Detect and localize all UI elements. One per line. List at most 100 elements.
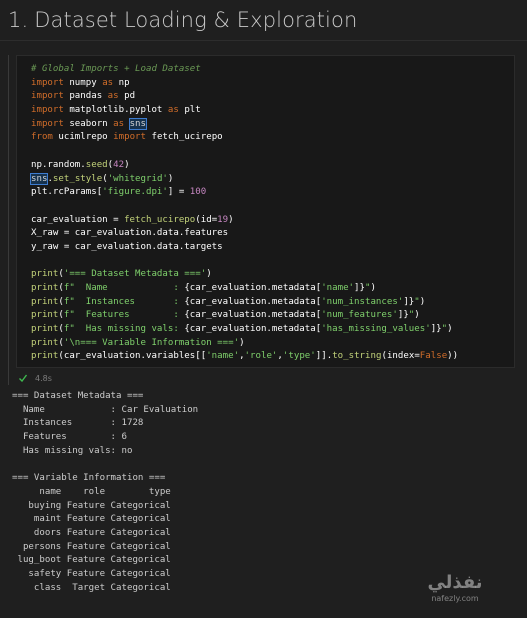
code-token: 100 (189, 187, 207, 198)
code-token: pandas (63, 91, 108, 102)
output-line: Features : 6 (12, 432, 127, 443)
code-token: 'name' (321, 283, 355, 293)
code-editor[interactable]: # Global Imports + Load Dataset import nu… (16, 55, 515, 368)
code-token: numpy (63, 77, 103, 88)
code-token: ]} (403, 296, 415, 307)
code-line[interactable]: car_evaluation = fetch_ucirepo(id=19) (31, 214, 458, 228)
code-token: f" Has missing vals: (63, 324, 185, 335)
code-token: ]} (397, 310, 409, 321)
code-token: 'type' (282, 351, 316, 362)
code-token: ) (370, 283, 376, 293)
code-line[interactable]: print('=== Dataset Metadata ===') (31, 268, 458, 282)
code-token: print (31, 283, 59, 293)
code-token: ) (419, 296, 426, 307)
code-line[interactable]: plt.rcParams['figure.dpi'] = 100 (31, 186, 458, 200)
code-line[interactable]: # Global Imports + Load Dataset (31, 63, 458, 77)
code-token: ) (206, 269, 212, 280)
code-cell[interactable]: # Global Imports + Load Dataset import nu… (0, 55, 527, 385)
code-token: set_style (52, 173, 103, 184)
execution-time: 4.8s (35, 373, 52, 383)
output-line: persons Feature Categorical (12, 541, 171, 552)
code-token: np (113, 77, 130, 88)
output-line: Name : Car Evaluation (12, 404, 199, 415)
code-line[interactable]: print(f" Name : {car_evaluation.metadata… (31, 282, 458, 296)
code-token: {car_evaluation.metadata[ (184, 296, 322, 307)
code-token: (index= (381, 351, 420, 362)
code-token: {car_evaluation.metadata[ (184, 310, 322, 321)
code-line[interactable]: print(f" Features : {car_evaluation.meta… (31, 309, 458, 323)
code-line[interactable]: print(car_evaluation.variables[['name','… (31, 350, 458, 364)
code-token: ]]. (315, 351, 333, 362)
code-line[interactable]: from ucimlrepo import fetch_ucirepo (31, 131, 458, 145)
code-token: )) (447, 351, 459, 362)
code-line[interactable] (31, 145, 458, 159)
code-token: ) (167, 173, 174, 184)
code-line[interactable]: y_raw = car_evaluation.data.targets (31, 241, 458, 255)
code-token: import (31, 91, 64, 102)
code-token: 'num_features' (321, 310, 398, 321)
output-line: safety Feature Categorical (12, 568, 171, 579)
cell-gutter-bar (8, 55, 9, 385)
output-line: doors Feature Categorical (12, 527, 171, 538)
highlighted-token: sns (29, 172, 49, 185)
code-token: '=== Dataset Metadata ===' (63, 269, 207, 280)
code-token: 'num_instances' (321, 296, 404, 307)
output-line: buying Feature Categorical (12, 500, 171, 511)
code-token: {car_evaluation.metadata[ (184, 324, 322, 335)
code-token: ) (124, 159, 130, 170)
heading-divider (0, 40, 527, 41)
code-token: import (31, 105, 64, 116)
code-line[interactable] (31, 200, 458, 214)
code-line[interactable]: import numpy as np (31, 77, 458, 91)
code-token: print (31, 296, 59, 307)
code-token: 'whitegrid' (107, 173, 168, 184)
code-token: 'name' (206, 351, 240, 362)
code-token: as (107, 91, 119, 102)
code-token: pd (118, 91, 136, 102)
code-token: as (102, 77, 114, 88)
code-line[interactable]: sns.set_style('whitegrid') (29, 172, 458, 187)
watermark-arabic-text: نفذلي (427, 572, 483, 593)
code-token: ) (447, 324, 453, 335)
code-token: (car_evaluation.variables[[ (58, 351, 207, 362)
code-token: seed (85, 159, 108, 170)
code-line[interactable]: print(f" Instances : {car_evaluation.met… (31, 296, 458, 310)
output-line: class Target Categorical (12, 582, 171, 593)
code-token: import (113, 132, 146, 143)
code-token: ucimlrepo (52, 132, 114, 143)
code-line[interactable]: import seaborn as sns (31, 117, 458, 132)
code-token: f" Instances : (63, 296, 185, 307)
code-line[interactable] (31, 255, 458, 269)
code-token: f" Name : (63, 283, 185, 293)
code-line[interactable]: import pandas as pd (31, 90, 458, 104)
code-token: # Global Imports + Load Dataset (31, 64, 201, 74)
code-line[interactable]: np.random.seed(42) (31, 159, 458, 173)
code-content[interactable]: # Global Imports + Load Dataset import nu… (29, 63, 458, 364)
section-heading: 1. Dataset Loading & Exploration (0, 0, 527, 40)
output-line: Has missing vals: no (12, 445, 133, 456)
code-token: ) (414, 310, 420, 321)
code-token: plt (178, 105, 201, 116)
code-token: 'has_missing_values' (321, 324, 431, 335)
code-token: car_evaluation = (31, 214, 125, 225)
code-line[interactable]: X_raw = car_evaluation.data.features (31, 227, 458, 241)
code-token: import (31, 77, 64, 88)
code-line[interactable]: print('\n=== Variable Information ===') (31, 337, 458, 351)
code-line[interactable]: import matplotlib.pyplot as plt (31, 104, 458, 118)
code-token: '\n=== Variable Information ===' (63, 337, 240, 348)
code-token: matplotlib.pyplot (63, 105, 168, 116)
code-token: to_string (332, 351, 382, 362)
code-token: from (31, 132, 53, 143)
code-token: (id= (195, 214, 218, 225)
heading-number: 1. (8, 8, 29, 32)
code-token: plt.rcParams[ (31, 187, 103, 198)
code-token: ]} (430, 324, 442, 335)
code-token: print (31, 324, 59, 335)
code-line[interactable]: print(f" Has missing vals: {car_evaluati… (31, 323, 458, 337)
cell-output: === Dataset Metadata === Name : Car Eval… (12, 390, 198, 595)
highlighted-token: sns (128, 117, 148, 130)
code-token: as (113, 118, 125, 129)
output-line: === Dataset Metadata === (12, 391, 144, 401)
